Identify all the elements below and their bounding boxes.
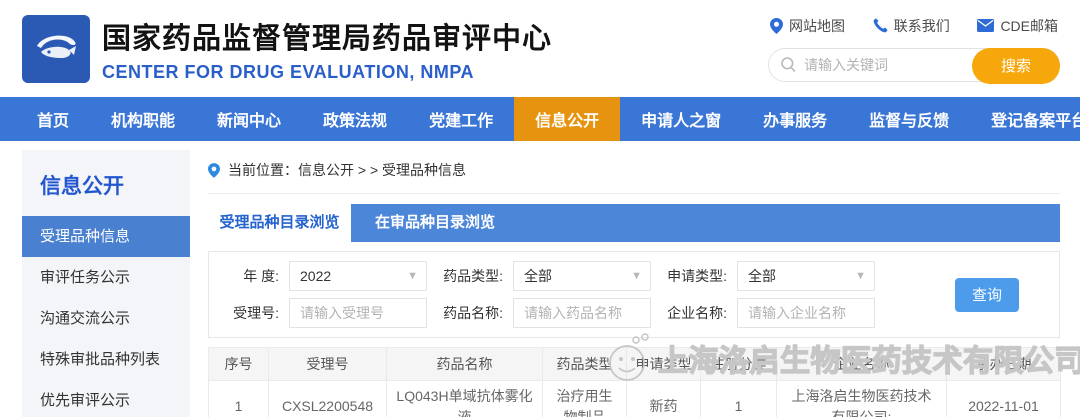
nav-item-party-building[interactable]: 党建工作 [408,97,514,141]
sidebar-item-special-approval[interactable]: 特殊审批品种列表 [22,339,190,380]
cell-undertake-date: 2022-11-01 [947,381,1061,417]
filter-panel: 年 度: 2022 ▼ 药品类型: 全部 ▼ 申 [208,251,1060,338]
acceptance-no-label: 受理号: [219,303,289,323]
application-type-select[interactable]: 全部 ▼ [737,261,875,291]
nav-item-supervision-feedback[interactable]: 监督与反馈 [848,97,970,141]
cde-logo [22,15,90,83]
site-header: 国家药品监督管理局药品审评中心 CENTER FOR DRUG EVALUATI… [0,0,1080,97]
company-name-label: 企业名称: [667,303,737,323]
company-name-filter: 企业名称: [667,298,875,328]
application-type-select-value: 全部 [748,266,776,286]
acceptance-no-input[interactable] [289,298,427,328]
application-type-filter: 申请类型: 全部 ▼ [667,261,875,291]
cell-drug-name: LQ043H单域抗体雾化液 [387,381,543,417]
query-button[interactable]: 查询 [955,278,1019,312]
sidebar-title: 信息公开 [22,150,190,216]
sidebar: 信息公开 受理品种信息 审评任务公示 沟通交流公示 特殊审批品种列表 优先审评公… [22,150,190,417]
sitemap-link-label: 网站地图 [789,16,845,36]
envelope-icon [977,19,994,32]
fish-logo-icon [29,22,83,76]
site-title-en: CENTER FOR DRUG EVALUATION, NMPA [102,62,552,83]
filter-row-1: 年 度: 2022 ▼ 药品类型: 全部 ▼ 申 [219,261,1059,291]
col-header-application-type: 申请类型 [627,348,701,381]
acceptance-no-filter: 受理号: [219,298,427,328]
contact-us-link[interactable]: 联系我们 [873,16,950,36]
nav-item-home[interactable]: 首页 [16,97,90,141]
col-header-undertake-date: 承办日期 [947,348,1061,381]
top-links: 网站地图 联系我们 CDE邮箱 [768,16,1060,36]
tab-accepted-catalog[interactable]: 受理品种目录浏览 [208,204,351,242]
cell-drug-type: 治疗用生物制品 [543,381,627,417]
nav-item-registration-platform[interactable]: 登记备案平台 [970,97,1080,141]
site-title-block: 国家药品监督管理局药品审评中心 CENTER FOR DRUG EVALUATI… [102,15,552,83]
col-header-acceptance-no: 受理号 [269,348,387,381]
location-pin-icon [770,18,783,34]
sitemap-link[interactable]: 网站地图 [770,16,845,36]
location-pin-icon [208,163,220,178]
phone-icon [873,18,888,33]
tabstrip: 受理品种目录浏览 在审品种目录浏览 [208,204,1060,242]
nav-item-services[interactable]: 办事服务 [742,97,848,141]
drug-type-label: 药品类型: [443,266,513,286]
search-button[interactable]: 搜索 [972,48,1060,84]
site-search: 搜索 [768,48,1060,82]
col-header-index: 序号 [209,348,269,381]
cell-registration-class: 1 [701,381,777,417]
col-header-drug-type: 药品类型 [543,348,627,381]
chevron-down-icon: ▼ [855,270,866,282]
col-header-drug-name: 药品名称 [387,348,543,381]
content: 信息公开 受理品种信息 审评任务公示 沟通交流公示 特殊审批品种列表 优先审评公… [0,150,1080,417]
col-header-registration-class: 注册分类 [701,348,777,381]
filter-row-2: 受理号: 药品名称: 企业名称: [219,298,1059,328]
sidebar-item-accepted-varieties[interactable]: 受理品种信息 [22,216,190,257]
nav-item-news-center[interactable]: 新闻中心 [196,97,302,141]
sidebar-item-communication[interactable]: 沟通交流公示 [22,298,190,339]
cell-company-name: 上海洛启生物医药技术有限公司; [777,381,947,417]
nav-item-org-functions[interactable]: 机构职能 [90,97,196,141]
cell-application-type: 新药 [627,381,701,417]
page: 国家药品监督管理局药品审评中心 CENTER FOR DRUG EVALUATI… [0,0,1080,417]
contact-us-link-label: 联系我们 [894,16,950,36]
drug-name-label: 药品名称: [443,303,513,323]
year-select[interactable]: 2022 ▼ [289,261,427,291]
site-title-cn: 国家药品监督管理局药品审评中心 [102,15,552,57]
drug-name-input[interactable] [513,298,651,328]
year-select-value: 2022 [300,268,331,284]
cde-mail-link[interactable]: CDE邮箱 [977,16,1058,36]
search-icon [781,57,796,72]
sidebar-item-priority-review[interactable]: 优先审评公示 [22,380,190,417]
chevron-down-icon: ▼ [631,270,642,282]
breadcrumb-label: 当前位置：信息公开 > > 受理品种信息 [228,160,466,180]
year-filter: 年 度: 2022 ▼ [219,261,427,291]
drug-type-filter: 药品类型: 全部 ▼ [443,261,651,291]
company-name-input[interactable] [737,298,875,328]
header-right: 网站地图 联系我们 CDE邮箱 [768,16,1060,82]
drug-type-select[interactable]: 全部 ▼ [513,261,651,291]
acceptance-table: 序号 受理号 药品名称 药品类型 申请类型 注册分类 企业名称 承办日期 1 C… [208,347,1061,417]
tab-under-review-catalog[interactable]: 在审品种目录浏览 [351,204,519,242]
cell-index: 1 [209,381,269,417]
chevron-down-icon: ▼ [407,270,418,282]
main-panel: 当前位置：信息公开 > > 受理品种信息 受理品种目录浏览 在审品种目录浏览 年… [208,150,1060,417]
search-input[interactable] [804,57,967,73]
year-label: 年 度: [219,266,289,286]
table-header-row: 序号 受理号 药品名称 药品类型 申请类型 注册分类 企业名称 承办日期 [209,348,1061,381]
col-header-company-name: 企业名称 [777,348,947,381]
main-nav: 首页 机构职能 新闻中心 政策法规 党建工作 信息公开 申请人之窗 办事服务 监… [0,97,1080,141]
nav-item-policies[interactable]: 政策法规 [302,97,408,141]
sidebar-item-review-tasks[interactable]: 审评任务公示 [22,257,190,298]
application-type-label: 申请类型: [667,266,737,286]
drug-name-filter: 药品名称: [443,298,651,328]
cde-mail-link-label: CDE邮箱 [1000,16,1058,36]
nav-item-applicant-window[interactable]: 申请人之窗 [620,97,742,141]
drug-type-select-value: 全部 [524,266,552,286]
cell-acceptance-no: CXSL2200548 [269,381,387,417]
breadcrumb: 当前位置：信息公开 > > 受理品种信息 [208,150,1060,194]
table-row[interactable]: 1 CXSL2200548 LQ043H单域抗体雾化液 治疗用生物制品 新药 1… [209,381,1061,417]
nav-item-info-disclosure[interactable]: 信息公开 [514,97,620,141]
